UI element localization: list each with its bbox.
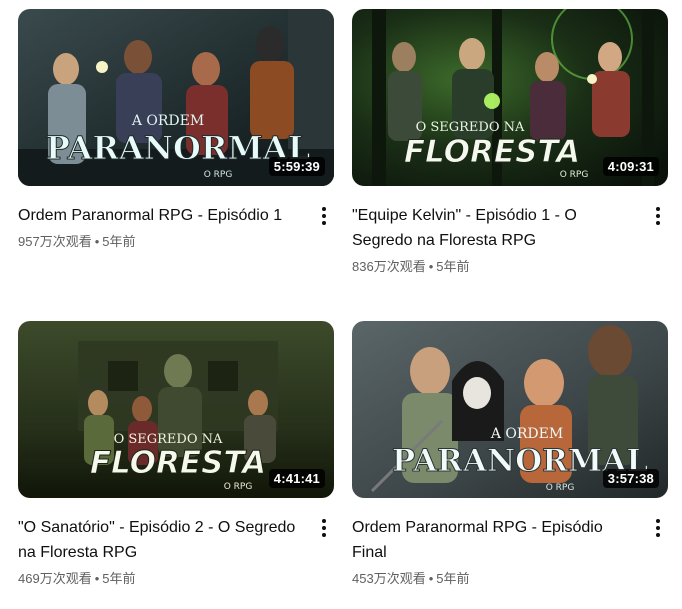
video-title[interactable]: Ordem Paranormal RPG - Episódio Final — [352, 515, 634, 565]
thumbnail-logo-top: O SEGREDO NA — [416, 120, 525, 135]
separator-dot: • — [94, 234, 100, 249]
view-count: 836万次观看 — [352, 259, 426, 274]
vertical-ellipsis-icon[interactable] — [646, 513, 670, 543]
video-thumbnail[interactable]: O SEGREDO NA FLORESTA O RPG 4:41:41 — [18, 321, 334, 498]
video-title[interactable]: "Equipe Kelvin" - Episódio 1 - O Segredo… — [352, 203, 634, 253]
duration-badge: 5:59:39 — [268, 157, 325, 176]
video-card: A ORDEM PARANORMAL O RPG 5:59:39 Ordem P… — [18, 9, 334, 251]
view-count: 469万次观看 — [18, 571, 92, 586]
vertical-ellipsis-icon[interactable] — [646, 201, 670, 231]
video-thumbnail[interactable]: A ORDEM PARANORMAL O RPG 5:59:39 — [18, 9, 334, 186]
upload-age: 5年前 — [436, 259, 470, 274]
separator-dot: • — [94, 571, 100, 586]
thumbnail-logo-main: FLORESTA — [90, 445, 266, 481]
thumbnail-logo-sub: O RPG — [224, 482, 253, 492]
video-meta: "O Sanatório" - Episódio 2 - O Segredo n… — [18, 515, 334, 588]
video-stats: 469万次观看 • 5年前 — [18, 570, 300, 588]
video-card: O SEGREDO NA FLORESTA O RPG 4:09:31 "Equ… — [352, 9, 668, 276]
separator-dot: • — [428, 571, 434, 586]
thumbnail-logo-sub: O RPG — [560, 170, 589, 180]
video-stats: 957万次观看 • 5年前 — [18, 233, 300, 251]
thumbnail-logo-sub: O RPG — [546, 483, 575, 493]
video-title[interactable]: Ordem Paranormal RPG - Episódio 1 — [18, 203, 300, 228]
upload-age: 5年前 — [102, 234, 136, 249]
video-grid: A ORDEM PARANORMAL O RPG 5:59:39 Ordem P… — [0, 0, 682, 609]
video-card: O SEGREDO NA FLORESTA O RPG 4:41:41 "O S… — [18, 321, 334, 588]
duration-badge: 3:57:38 — [602, 469, 659, 488]
separator-dot: • — [428, 259, 434, 274]
upload-age: 5年前 — [436, 571, 470, 586]
view-count: 957万次观看 — [18, 234, 92, 249]
view-count: 453万次观看 — [352, 571, 426, 586]
video-thumbnail[interactable]: A ORDEM PARANORMAL O RPG 3:57:38 — [352, 321, 668, 498]
vertical-ellipsis-icon[interactable] — [312, 513, 336, 543]
video-meta: Ordem Paranormal RPG - Episódio 1 957万次观… — [18, 203, 334, 251]
video-thumbnail[interactable]: O SEGREDO NA FLORESTA O RPG 4:09:31 — [352, 9, 668, 186]
thumbnail-logo-top: A ORDEM — [131, 113, 204, 129]
upload-age: 5年前 — [102, 571, 136, 586]
video-stats: 836万次观看 • 5年前 — [352, 258, 634, 276]
thumbnail-logo-main: FLORESTA — [404, 134, 580, 170]
video-title[interactable]: "O Sanatório" - Episódio 2 - O Segredo n… — [18, 515, 300, 565]
thumbnail-logo-top: A ORDEM — [490, 426, 563, 442]
video-meta: "Equipe Kelvin" - Episódio 1 - O Segredo… — [352, 203, 668, 276]
video-stats: 453万次观看 • 5年前 — [352, 570, 634, 588]
vertical-ellipsis-icon[interactable] — [312, 201, 336, 231]
thumbnail-logo-sub: O RPG — [204, 170, 233, 180]
video-card: A ORDEM PARANORMAL O RPG 3:57:38 Ordem P… — [352, 321, 668, 588]
duration-badge: 4:09:31 — [602, 157, 659, 176]
duration-badge: 4:41:41 — [268, 469, 325, 488]
video-meta: Ordem Paranormal RPG - Episódio Final 45… — [352, 515, 668, 588]
